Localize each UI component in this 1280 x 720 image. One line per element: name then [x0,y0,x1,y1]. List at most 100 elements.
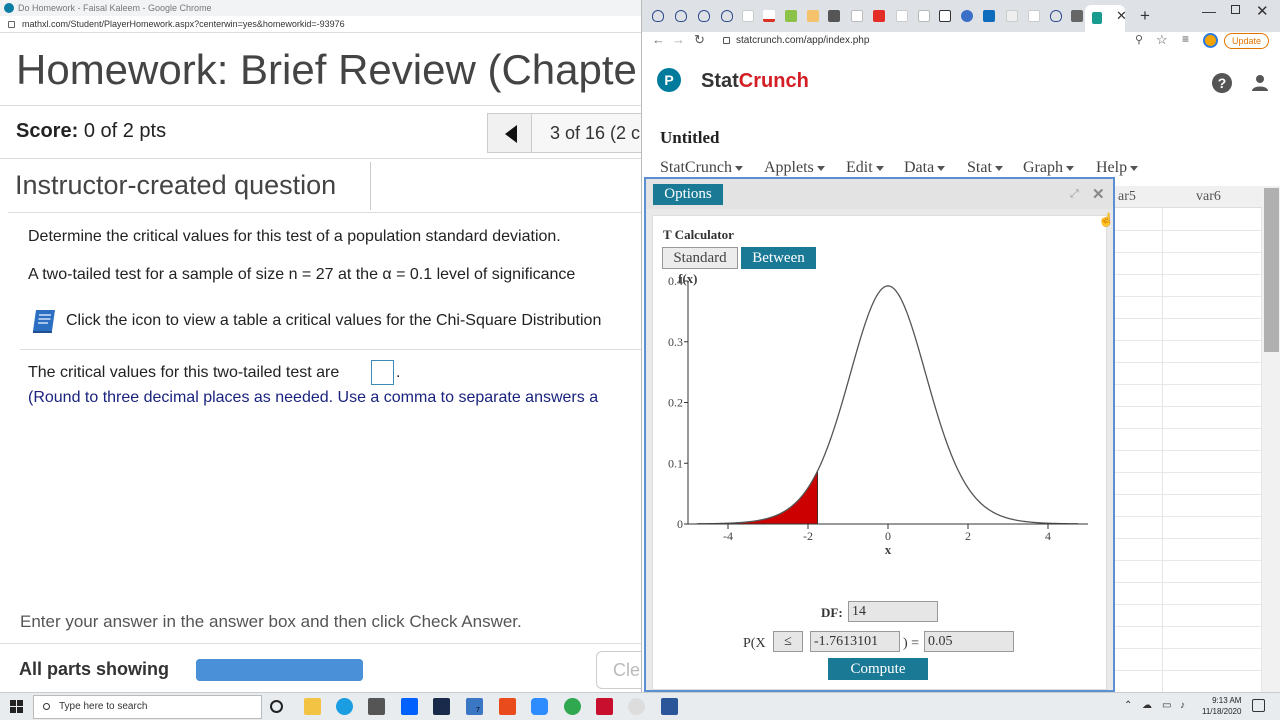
shield-tab-icon[interactable] [1050,10,1062,22]
new-tab-plus-icon[interactable]: + [1140,6,1150,26]
gmail-tab-icon[interactable] [763,10,775,22]
film-tab-icon[interactable] [828,10,840,22]
cortana-icon[interactable] [270,700,283,713]
mail-icon[interactable]: 7 [466,698,483,715]
chrome-icon[interactable] [564,698,581,715]
column-header-var6[interactable]: var6 [1196,189,1221,205]
expand-icon[interactable]: ⤢ [1070,188,1082,200]
previous-question-button[interactable] [488,114,532,152]
grid-row [1114,362,1262,363]
help-icon[interactable]: ? [1212,73,1232,93]
dialog-close-icon[interactable]: ✕ [1092,185,1105,203]
maximize-icon[interactable] [1231,5,1240,14]
shield-tab-icon[interactable] [721,10,733,22]
tray-chevron-icon[interactable]: ⌃ [1124,700,1132,711]
file-explorer-icon[interactable] [304,698,321,715]
address-bar[interactable]: statcrunch.com/app/index.php [718,32,1168,50]
question-position[interactable]: 3 of 16 (2 c [550,123,640,144]
book-icon[interactable] [30,308,58,334]
wikipedia-tab-icon[interactable] [918,10,930,22]
tab-close-icon[interactable]: ✕ [1116,8,1127,24]
update-button[interactable]: Update [1224,33,1269,49]
document-title[interactable]: Untitled [660,128,720,148]
column-header-var5[interactable]: ar5 [1118,189,1136,205]
df-input[interactable]: 14 [848,601,938,622]
options-button[interactable]: Options [653,184,723,205]
inequality-select[interactable]: ≤ [773,631,803,652]
hp-icon[interactable] [628,698,645,715]
menu-statcrunch[interactable]: StatCrunch [660,159,743,177]
clock[interactable]: 9:13 AM 11/18/2020 [1202,695,1241,717]
menu-applets[interactable]: Applets [764,159,825,177]
youtube-tab-icon[interactable] [873,10,885,22]
if-tab-icon[interactable] [785,10,797,22]
zoom-icon[interactable]: ⚲ [1135,33,1143,46]
left-address-bar[interactable]: mathxl.com/Student/PlayerHomework.aspx?c… [0,16,642,33]
google-tab-icon[interactable] [742,10,754,22]
menu-help[interactable]: Help [1096,159,1139,177]
back-arrow-icon[interactable]: ← [652,32,665,47]
tab-between[interactable]: Between [741,247,816,269]
store-icon[interactable] [368,698,385,715]
gear-tab-icon[interactable] [961,10,973,22]
bookmark-star-icon[interactable]: ☆ [1156,32,1168,48]
forward-arrow-icon[interactable]: → [672,32,685,47]
clear-all-button[interactable]: Cle [596,651,642,689]
chi-square-table-link[interactable]: Click the icon to view a table a critica… [66,312,601,330]
zoom-app-icon[interactable] [531,698,548,715]
onedrive-icon[interactable]: ☁ [1142,700,1152,711]
reload-icon[interactable]: ↻ [694,32,705,48]
volume-icon[interactable]: ♪ [1180,700,1185,711]
probability-input[interactable]: 0.05 [924,631,1014,652]
wikipedia-tab-icon[interactable] [851,10,863,22]
triangle-left-icon [505,125,517,143]
brand-crunch: Crunch [738,70,809,92]
data-grid[interactable]: ar5 var6 [1114,186,1262,692]
notification-icon[interactable] [1252,699,1265,712]
menu-edit[interactable]: Edit [846,159,884,177]
battery-icon[interactable]: ▭ [1162,700,1171,711]
dropbox-icon[interactable] [401,698,418,715]
left-window-title: Do Homework - Faisal Kaleem - Google Chr… [18,3,212,13]
vertical-scrollbar[interactable] [1262,186,1280,692]
edge-icon[interactable] [336,698,353,715]
terminal-icon[interactable] [433,698,450,715]
word-icon[interactable] [661,698,678,715]
taskbar-search-input[interactable]: Type here to search [33,695,262,719]
outlook-tab-icon[interactable] [983,10,995,22]
t-calculator-dialog: Options ⤢ ✕ T Calculator Standard Betwee… [644,177,1115,692]
windows-start-icon[interactable] [10,700,24,714]
ne-tab-icon[interactable] [1006,10,1018,22]
answer-input[interactable] [371,360,394,385]
statcrunch-favicon-icon [1092,12,1102,24]
calculator-tab-icon[interactable] [1071,10,1083,22]
x-value-input[interactable]: -1.7613101 [810,631,900,652]
d-tab-icon[interactable] [939,10,951,22]
statcrunch-brand[interactable]: StatCrunch [701,70,809,93]
shield-tab-icon[interactable] [675,10,687,22]
score-display: Score: 0 of 2 pts [16,120,166,143]
dialog-titlebar[interactable]: Options ⤢ ✕ [646,179,1113,209]
tab-standard[interactable]: Standard [662,247,738,269]
acrobat-icon[interactable] [596,698,613,715]
google-tab-icon[interactable] [896,10,908,22]
google-tab-icon[interactable] [1028,10,1040,22]
user-icon[interactable] [1251,74,1269,92]
minimize-icon[interactable]: — [1202,3,1216,19]
window-close-icon[interactable]: ✕ [1256,2,1269,20]
menu-data[interactable]: Data [904,159,946,177]
office-icon[interactable] [499,698,516,715]
compute-button[interactable]: Compute [828,658,928,680]
divider [8,212,642,213]
pearson-logo[interactable]: P [657,68,681,92]
app-tab-icon[interactable] [807,10,819,22]
menu-stat[interactable]: Stat [967,159,1003,177]
shield-tab-icon[interactable] [652,10,664,22]
scrollbar-thumb[interactable] [1264,188,1279,352]
left-window-titlebar[interactable]: Do Homework - Faisal Kaleem - Google Chr… [0,0,642,16]
reading-list-icon[interactable]: ≡ [1182,32,1189,46]
profile-avatar[interactable] [1203,33,1218,48]
menu-graph[interactable]: Graph [1023,159,1074,177]
shield-tab-icon[interactable] [698,10,710,22]
grid-row [1114,450,1262,451]
